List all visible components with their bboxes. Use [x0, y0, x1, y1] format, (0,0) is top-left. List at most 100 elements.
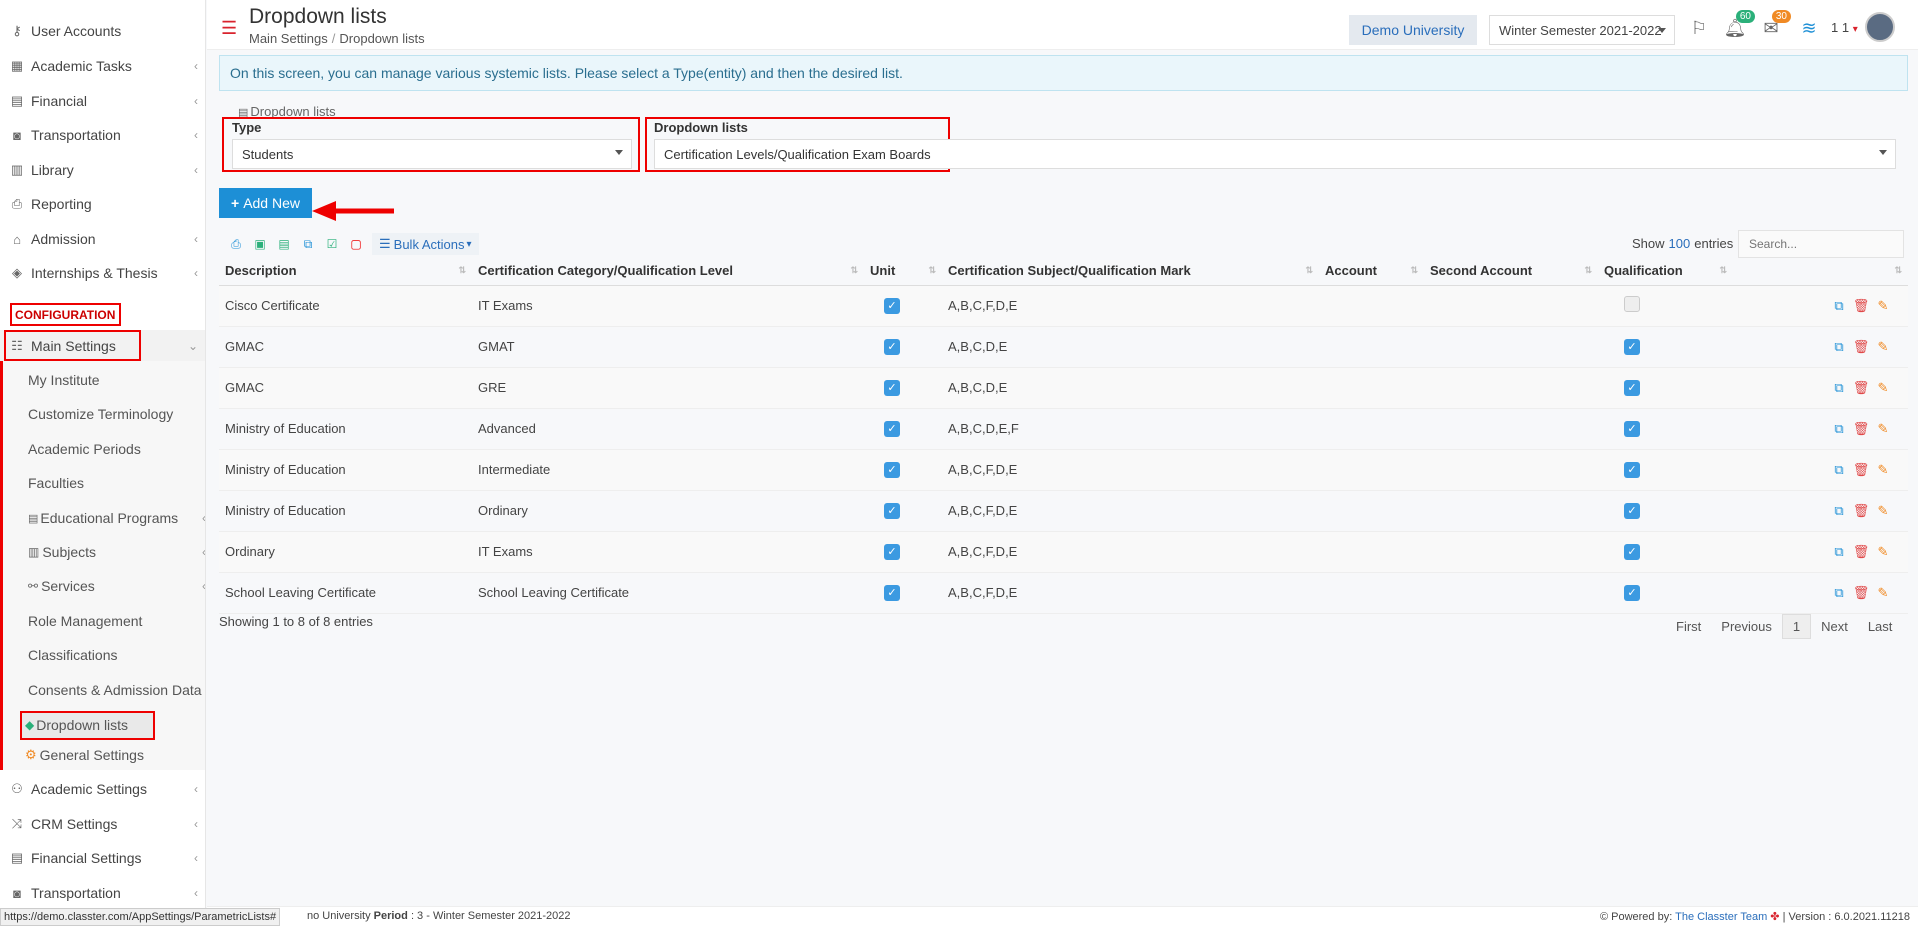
sidebar-item-library[interactable]: ▥ Library ‹: [0, 155, 205, 185]
classter-team-link[interactable]: The Classter Team: [1675, 911, 1767, 923]
university-button[interactable]: Demo University: [1349, 15, 1477, 45]
sidebar-item-admission[interactable]: ⌂ Admission ‹: [0, 224, 205, 254]
csv-icon[interactable]: ▤: [272, 234, 296, 254]
qualification-checkbox[interactable]: [1624, 296, 1640, 312]
unit-checkbox[interactable]: ✓: [884, 380, 900, 396]
user-menu[interactable]: 1 1 ▾: [1831, 20, 1858, 35]
pencil-icon[interactable]: ✎: [1872, 462, 1894, 478]
submenu-classifications[interactable]: Classifications: [28, 641, 117, 669]
submenu-general-settings[interactable]: ⚙ General Settings: [25, 741, 144, 769]
sidebar-item-transportation[interactable]: ◙ Transportation ‹: [0, 120, 205, 150]
unit-checkbox[interactable]: ✓: [884, 339, 900, 355]
type-select[interactable]: Students: [232, 139, 632, 169]
submenu-role-management[interactable]: Role Management: [28, 607, 142, 635]
flag-icon[interactable]: ⚐: [1687, 16, 1711, 40]
pencil-icon[interactable]: ✎: [1872, 421, 1894, 437]
col-description[interactable]: Description ⇅: [219, 257, 472, 286]
trash-icon[interactable]: 🗑︎: [1850, 421, 1872, 437]
copy-icon[interactable]: ⧉: [1828, 462, 1850, 478]
excel-icon[interactable]: ▣: [248, 234, 272, 254]
copy-icon[interactable]: ⧉: [1828, 503, 1850, 519]
copy-icon[interactable]: ⧉: [1828, 339, 1850, 355]
qualification-checkbox[interactable]: ✓: [1624, 380, 1640, 396]
search-input[interactable]: [1738, 230, 1904, 258]
pencil-icon[interactable]: ✎: [1872, 544, 1894, 560]
trash-icon[interactable]: 🗑︎: [1850, 544, 1872, 560]
avatar[interactable]: [1865, 12, 1895, 42]
trash-icon[interactable]: 🗑︎: [1850, 585, 1872, 601]
sidebar-item-financial-settings[interactable]: ▤ Financial Settings ‹: [0, 843, 205, 873]
copy-icon[interactable]: ⧉: [296, 234, 320, 254]
submenu-academic-periods[interactable]: Academic Periods: [28, 435, 141, 463]
trash-icon[interactable]: 🗑︎: [1850, 503, 1872, 519]
unit-checkbox[interactable]: ✓: [884, 421, 900, 437]
trash-icon[interactable]: 🗑︎: [1850, 298, 1872, 314]
unit-checkbox[interactable]: ✓: [884, 462, 900, 478]
sidebar-item-reporting[interactable]: ⎙ Reporting: [0, 189, 205, 219]
copy-icon[interactable]: ⧉: [1828, 298, 1850, 314]
qualification-checkbox[interactable]: ✓: [1624, 544, 1640, 560]
sidebar-item-transportation-settings[interactable]: ◙ Transportation ‹: [0, 878, 205, 908]
copy-icon[interactable]: ⧉: [1828, 421, 1850, 437]
select-all-icon[interactable]: ☑: [320, 234, 344, 254]
qualification-checkbox[interactable]: ✓: [1624, 585, 1640, 601]
mail-icon[interactable]: ✉ 30: [1759, 10, 1791, 40]
col-mark[interactable]: Certification Subject/Qualification Mark…: [942, 257, 1319, 286]
sidebar-item-user-accounts[interactable]: ⚷ User Accounts: [0, 16, 205, 46]
copy-icon[interactable]: ⧉: [1828, 544, 1850, 560]
unit-checkbox[interactable]: ✓: [884, 585, 900, 601]
sidebar-item-financial[interactable]: ▤ Financial ‹: [0, 86, 205, 116]
qualification-checkbox[interactable]: ✓: [1624, 339, 1640, 355]
page-first[interactable]: First: [1666, 615, 1711, 638]
unit-checkbox[interactable]: ✓: [884, 503, 900, 519]
page-length-select[interactable]: 100: [1669, 236, 1691, 251]
bell-icon[interactable]: 🔔︎ 60: [1723, 10, 1755, 40]
trash-icon[interactable]: 🗑︎: [1850, 462, 1872, 478]
qualification-checkbox[interactable]: ✓: [1624, 503, 1640, 519]
sidebar-item-crm-settings[interactable]: ⤨ CRM Settings ‹: [0, 809, 205, 839]
qualification-checkbox[interactable]: ✓: [1624, 462, 1640, 478]
print-icon[interactable]: ⎙: [224, 234, 248, 254]
unit-checkbox[interactable]: ✓: [884, 298, 900, 314]
unit-checkbox[interactable]: ✓: [884, 544, 900, 560]
pencil-icon[interactable]: ✎: [1872, 503, 1894, 519]
pencil-icon[interactable]: ✎: [1872, 585, 1894, 601]
copy-icon[interactable]: ⧉: [1828, 380, 1850, 396]
deselect-icon[interactable]: ▢: [344, 234, 368, 254]
page-last[interactable]: Last: [1858, 615, 1903, 638]
page-current[interactable]: 1: [1781, 614, 1812, 639]
col-second-account[interactable]: Second Account ⇅: [1424, 257, 1598, 286]
breadcrumb-item[interactable]: Main Settings: [249, 31, 328, 46]
page-previous[interactable]: Previous: [1711, 615, 1782, 638]
sidebar-item-academic-tasks[interactable]: ▦ Academic Tasks ‹: [0, 51, 205, 81]
col-qualification[interactable]: Qualification ⇅: [1598, 257, 1733, 286]
submenu-faculties[interactable]: Faculties: [28, 469, 84, 497]
col-account[interactable]: Account ⇅: [1319, 257, 1424, 286]
sidebar-item-internships[interactable]: ◈ Internships & Thesis ‹: [0, 258, 205, 288]
submenu-my-institute[interactable]: My Institute: [28, 366, 100, 394]
pencil-icon[interactable]: ✎: [1872, 298, 1894, 314]
trash-icon[interactable]: 🗑︎: [1850, 339, 1872, 355]
menu-icon[interactable]: ☰: [221, 18, 237, 39]
qualification-checkbox[interactable]: ✓: [1624, 421, 1640, 437]
col-unit[interactable]: Unit ⇅: [864, 257, 942, 286]
submenu-educational-programs[interactable]: ▤ Educational Programs ‹: [28, 504, 205, 532]
sidebar-item-academic-settings[interactable]: ⚇ Academic Settings ‹: [0, 774, 205, 804]
submenu-consents[interactable]: Consents & Admission Data: [28, 676, 202, 704]
submenu-dropdown-lists[interactable]: ◆ Dropdown lists: [25, 711, 128, 739]
submenu-customize-terminology[interactable]: Customize Terminology: [28, 400, 173, 428]
submenu-subjects[interactable]: ▥ Subjects ‹: [28, 538, 205, 566]
col-category[interactable]: Certification Category/Qualification Lev…: [472, 257, 864, 286]
add-new-button[interactable]: + Add New: [219, 188, 312, 218]
page-next[interactable]: Next: [1811, 615, 1858, 638]
pencil-icon[interactable]: ✎: [1872, 339, 1894, 355]
bulk-actions-button[interactable]: ☰ Bulk Actions ▾: [372, 233, 479, 255]
pencil-icon[interactable]: ✎: [1872, 380, 1894, 396]
semester-select[interactable]: Winter Semester 2021-2022: [1489, 15, 1675, 45]
dropdown-lists-select[interactable]: Certification Levels/Qualification Exam …: [654, 139, 1896, 169]
layers-icon[interactable]: ≋: [1797, 16, 1821, 40]
sidebar-item-partial[interactable]: [0, 0, 205, 6]
trash-icon[interactable]: 🗑︎: [1850, 380, 1872, 396]
submenu-services[interactable]: ⚯ Services ‹: [28, 572, 205, 600]
copy-icon[interactable]: ⧉: [1828, 585, 1850, 601]
